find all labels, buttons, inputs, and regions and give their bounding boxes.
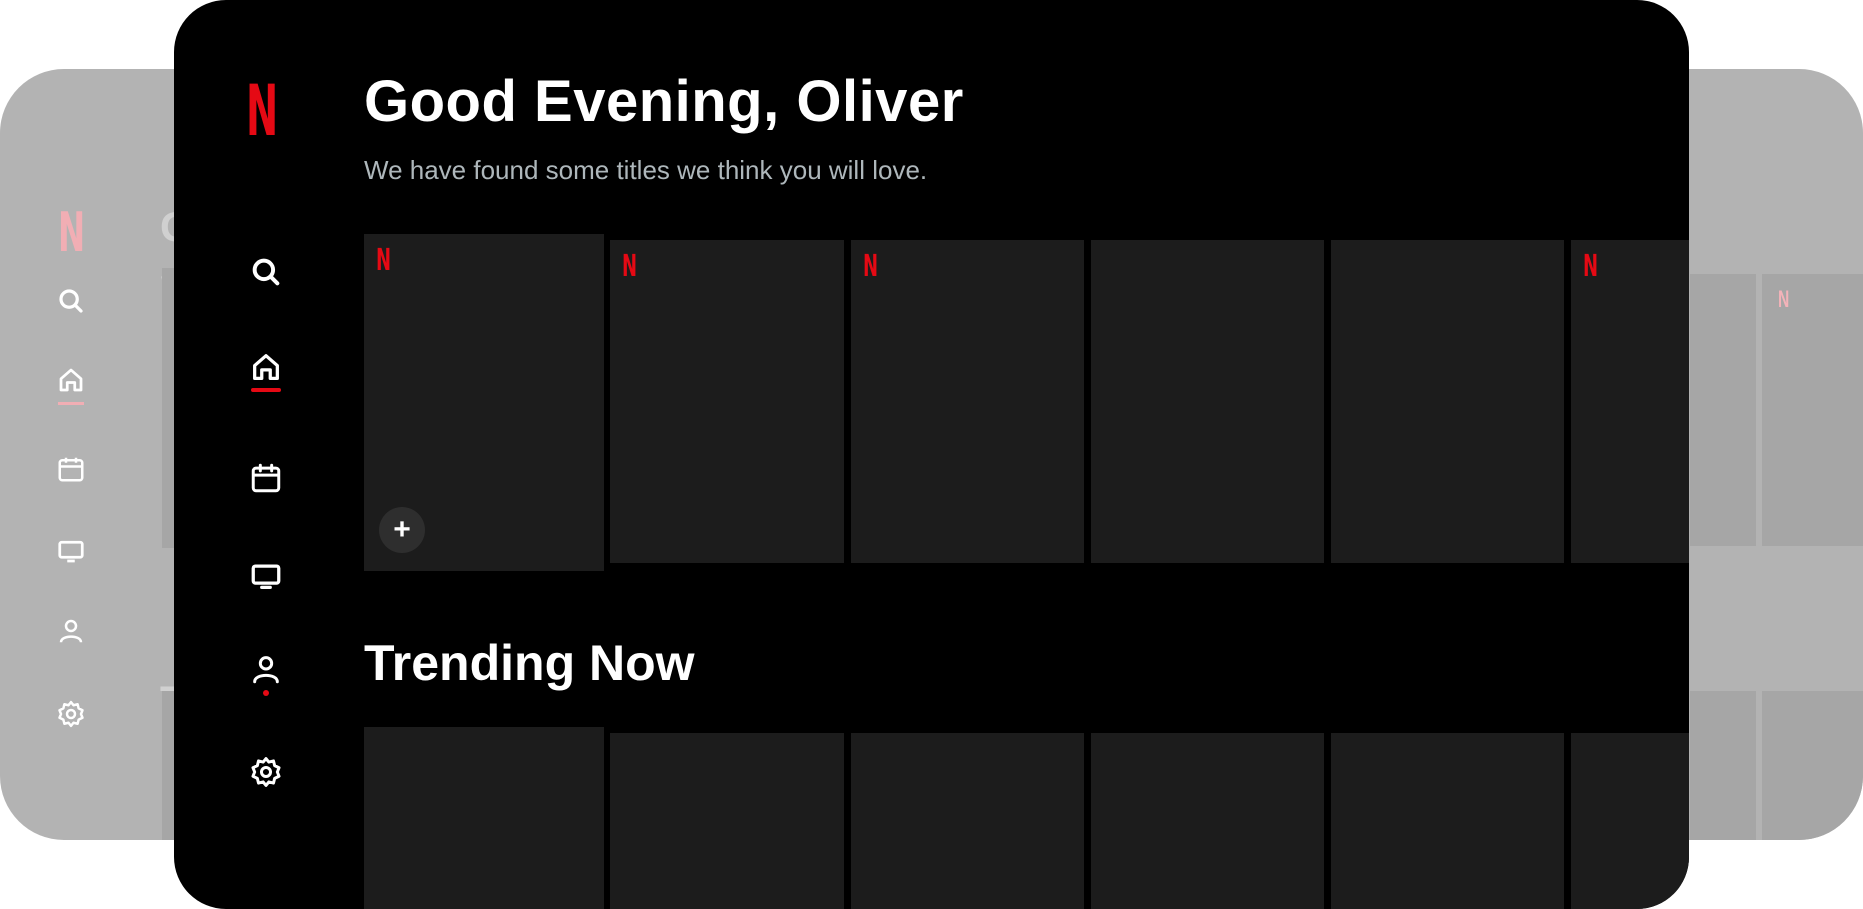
sidebar-item-tv[interactable] [246,559,286,611]
notification-dot [263,690,269,696]
card-netflix-logo: N [1583,249,1599,284]
title-card[interactable] [364,727,604,909]
title-card[interactable] [610,733,844,909]
title-card[interactable]: N [610,240,844,563]
sidebar-item-profile[interactable] [246,652,286,704]
background-card [1762,691,1863,840]
recommended-row: N + N N N [364,234,1689,574]
home-icon [253,354,279,380]
background-netflix-logo: N [58,201,86,264]
title-card[interactable]: N [851,240,1084,563]
title-card[interactable] [1091,733,1324,909]
background-calendar-icon [56,454,96,494]
tv-screen: N Good Evening, Oliver We have found som… [174,0,1689,909]
title-card[interactable]: N + [364,234,604,571]
calendar-icon [251,463,281,493]
card-netflix-logo: N [863,249,879,284]
background-gear-icon [56,699,96,739]
section-title-trending: Trending Now [364,635,695,691]
background-search-icon [56,286,96,326]
greeting-title: Good Evening, Oliver [364,69,964,134]
title-card[interactable] [1571,733,1689,909]
title-card[interactable]: N [1571,240,1689,563]
card-netflix-logo: N [622,249,638,284]
title-card[interactable] [1331,240,1564,563]
background-home-icon [56,365,96,405]
trending-row [364,727,1689,909]
title-card[interactable] [1331,733,1564,909]
background-user-icon [56,616,96,656]
sidebar-item-search[interactable] [246,255,286,307]
add-to-list-button[interactable]: + [379,507,425,553]
user-icon [253,656,279,684]
background-card: N [1762,274,1863,546]
active-indicator [251,388,281,392]
background-card [1690,274,1756,546]
sidebar-item-home[interactable] [246,350,286,402]
main-content: Good Evening, Oliver We have found some … [364,0,1689,909]
gear-icon [251,757,281,787]
title-card[interactable] [851,733,1084,909]
tv-icon [251,564,281,589]
sidebar: N [174,0,364,909]
greeting-subtitle: We have found some titles we think you w… [364,155,928,185]
netflix-logo: N [246,70,278,152]
background-card [1690,691,1756,840]
card-netflix-logo: N [376,243,392,278]
title-card[interactable] [1091,240,1324,563]
sidebar-item-settings[interactable] [246,755,286,807]
sidebar-item-calendar[interactable] [246,461,286,513]
search-icon [252,258,280,286]
background-card-logo: N [1778,286,1790,313]
background-tv-icon [56,536,96,576]
